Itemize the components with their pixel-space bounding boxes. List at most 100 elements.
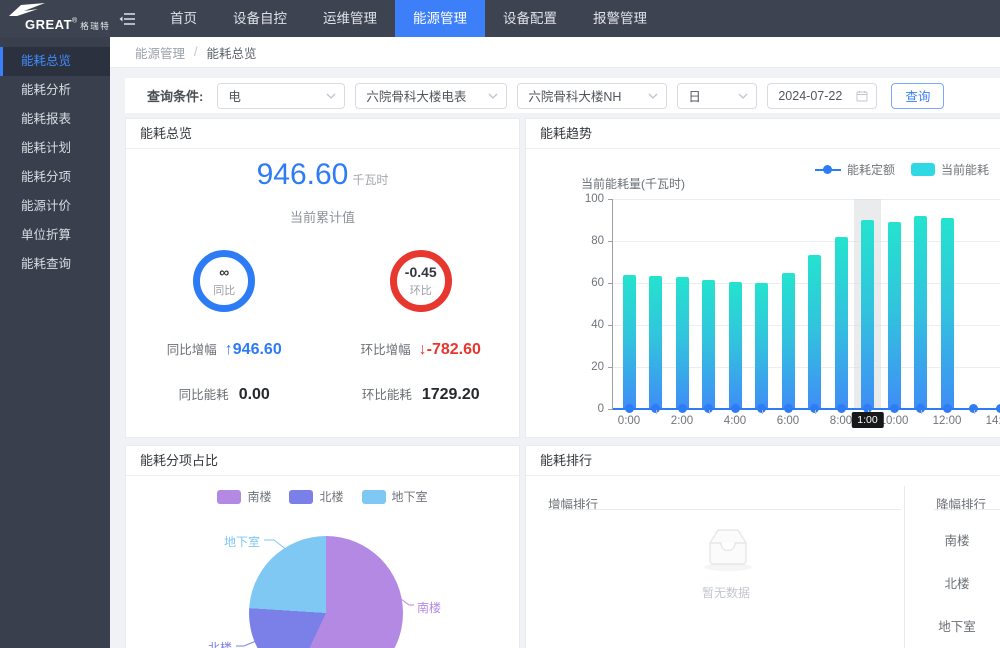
top-nav-items: 首页 设备自控 运维管理 能源管理 设备配置 报警管理: [152, 0, 665, 37]
sidebar-item-subentry[interactable]: 能耗分项: [0, 163, 110, 192]
brand-logo: GREAT®格瑞特: [0, 0, 112, 37]
nav-item-alarm[interactable]: 报警管理: [575, 0, 665, 37]
nav-item-home[interactable]: 首页: [152, 0, 215, 37]
bar-5:00[interactable]: [755, 283, 768, 408]
breadcrumb-section[interactable]: 能源管理: [135, 43, 185, 62]
date-value: 2024-07-22: [778, 89, 842, 103]
mom-ring-label: 环比: [410, 282, 432, 298]
rank-item-basement: 地下室: [927, 616, 987, 635]
bar-0:00[interactable]: [623, 275, 636, 408]
pie-panel-title: 能耗分项占比: [126, 446, 519, 476]
x-axis-tick-label: 12:00: [927, 415, 967, 427]
nav-item-device-config[interactable]: 设备配置: [485, 0, 575, 37]
x-axis-tick-label: 14:00: [980, 415, 1000, 427]
chevron-down-icon: [738, 93, 748, 99]
meter-value: 六院骨科大楼电表: [366, 86, 466, 105]
sidebar-item-query[interactable]: 能耗查询: [0, 250, 110, 279]
bar-3:00[interactable]: [702, 280, 715, 408]
quota-point-12:00[interactable]: [943, 404, 952, 413]
total-unit: 千瓦时: [352, 173, 388, 187]
total-number: 946.60: [257, 158, 349, 191]
bar-10:00[interactable]: [888, 222, 901, 408]
bar-4:00[interactable]: [729, 282, 742, 408]
quota-point-4:00[interactable]: [731, 404, 740, 413]
y-axis-tick-label: 80: [591, 235, 604, 247]
meter-select[interactable]: 六院骨科大楼电表: [355, 83, 507, 109]
x-axis-tick-label: 2:00: [662, 415, 702, 427]
quota-point-14:00[interactable]: [996, 404, 1000, 413]
bar-12:00[interactable]: [941, 218, 954, 408]
building-select[interactable]: 六院骨科大楼NH: [517, 83, 667, 109]
quota-point-6:00[interactable]: [784, 404, 793, 413]
quota-point-8:00[interactable]: [837, 404, 846, 413]
legend-item-current[interactable]: 当前能耗: [895, 161, 989, 178]
quota-point-0:00[interactable]: [625, 404, 634, 413]
y-axis-title: 当前能耗量(千瓦时): [581, 175, 685, 192]
bar-6:00[interactable]: [782, 273, 795, 408]
rank-panel-body: 增幅排行 暂无数据 降幅排行 南楼 北楼 地下室: [526, 476, 1000, 648]
rank-down-label: 降幅排行: [936, 494, 986, 513]
period-select[interactable]: 日: [677, 83, 757, 109]
rank-vertical-divider: [904, 486, 905, 648]
rank-up-divider: [548, 509, 901, 510]
main-area: 能源管理 / 能耗总览 查询条件: 电 六院骨科大楼电表 六院骨科大楼NH 日: [110, 37, 1000, 648]
quota-point-10:00[interactable]: [890, 404, 899, 413]
pie-label-south: 南楼: [417, 599, 441, 616]
bar-1:00[interactable]: [649, 276, 662, 408]
arrow-up-icon: ↑: [225, 341, 233, 358]
y-axis-tick-label: 60: [591, 277, 604, 289]
search-button[interactable]: 查询: [891, 83, 944, 109]
legend-item-north[interactable]: 北楼: [289, 488, 343, 505]
calendar-icon: [856, 90, 868, 102]
mom-energy-label: 环比能耗: [362, 388, 412, 402]
north-swatch-icon: [289, 490, 313, 504]
building-value: 六院骨科大楼NH: [528, 86, 621, 105]
comparison-columns: ∞ 同比 同比增幅↑946.60 同比能耗0.00 -0.45: [126, 250, 519, 404]
bar-marker-icon: [911, 163, 935, 176]
bar-2:00[interactable]: [676, 277, 689, 408]
energy-type-select[interactable]: 电: [217, 83, 345, 109]
x-axis-tick: [656, 410, 657, 414]
legend-item-basement[interactable]: 地下室: [362, 488, 428, 505]
bar-11:00[interactable]: [914, 216, 927, 408]
sidebar-item-pricing[interactable]: 能源计价: [0, 192, 110, 221]
sidebar-item-report[interactable]: 能耗报表: [0, 105, 110, 134]
axis-pointer-tooltip: 1:00: [851, 412, 883, 428]
bar-7:00[interactable]: [808, 255, 821, 408]
yoy-growth-value: ↑946.60: [225, 341, 282, 358]
sidebar-item-overview[interactable]: 能耗总览: [0, 47, 110, 76]
nav-item-device-control[interactable]: 设备自控: [215, 0, 305, 37]
logo-text: GREAT®格瑞特: [25, 16, 110, 34]
sidebar-item-unit-conversion[interactable]: 单位折算: [0, 221, 110, 250]
chevron-down-icon: [648, 93, 658, 99]
trend-panel-title: 能耗趋势: [526, 119, 1000, 149]
bar-8:00[interactable]: [835, 237, 848, 408]
arrow-down-icon: ↓: [419, 341, 427, 358]
menu-collapse-icon[interactable]: [112, 0, 142, 37]
trend-panel-body: 能耗定额 当前能耗 当前能耗量(千瓦时) 0204060801000:002:0…: [526, 149, 1000, 437]
legend-item-quota[interactable]: 能耗定额: [815, 161, 895, 178]
date-picker[interactable]: 2024-07-22: [767, 83, 877, 109]
mom-growth-row: 环比增幅 ↓-782.60: [323, 339, 520, 359]
sidebar-item-plan[interactable]: 能耗计划: [0, 134, 110, 163]
mom-growth-label: 环比增幅: [361, 343, 411, 357]
x-axis-tick-label: 0:00: [609, 415, 649, 427]
nav-item-ops[interactable]: 运维管理: [305, 0, 395, 37]
quota-point-2:00[interactable]: [678, 404, 687, 413]
mom-growth-value: ↓-782.60: [419, 341, 481, 358]
mom-energy-row: 环比能耗1729.20: [323, 384, 520, 404]
nav-item-energy[interactable]: 能源管理: [395, 0, 485, 37]
bar-9:00[interactable]: [861, 220, 874, 408]
yoy-energy-value: 0.00: [239, 386, 270, 403]
logo-swoosh-icon: [8, 3, 46, 17]
breadcrumb: 能源管理 / 能耗总览: [110, 37, 1000, 68]
sidebar: 能耗总览 能耗分析 能耗报表 能耗计划 能耗分项 能源计价 单位折算 能耗查询: [0, 37, 110, 648]
query-bar: 查询条件: 电 六院骨科大楼电表 六院骨科大楼NH 日 2024-07-22: [125, 78, 1000, 113]
rank-item-south: 南楼: [927, 530, 987, 549]
yoy-ring-label: 同比: [213, 282, 235, 298]
legend-item-south[interactable]: 南楼: [217, 488, 271, 505]
line-marker-icon: [815, 169, 841, 171]
x-axis-tick: [921, 410, 922, 414]
pie-chart[interactable]: [249, 536, 403, 648]
sidebar-item-analysis[interactable]: 能耗分析: [0, 76, 110, 105]
